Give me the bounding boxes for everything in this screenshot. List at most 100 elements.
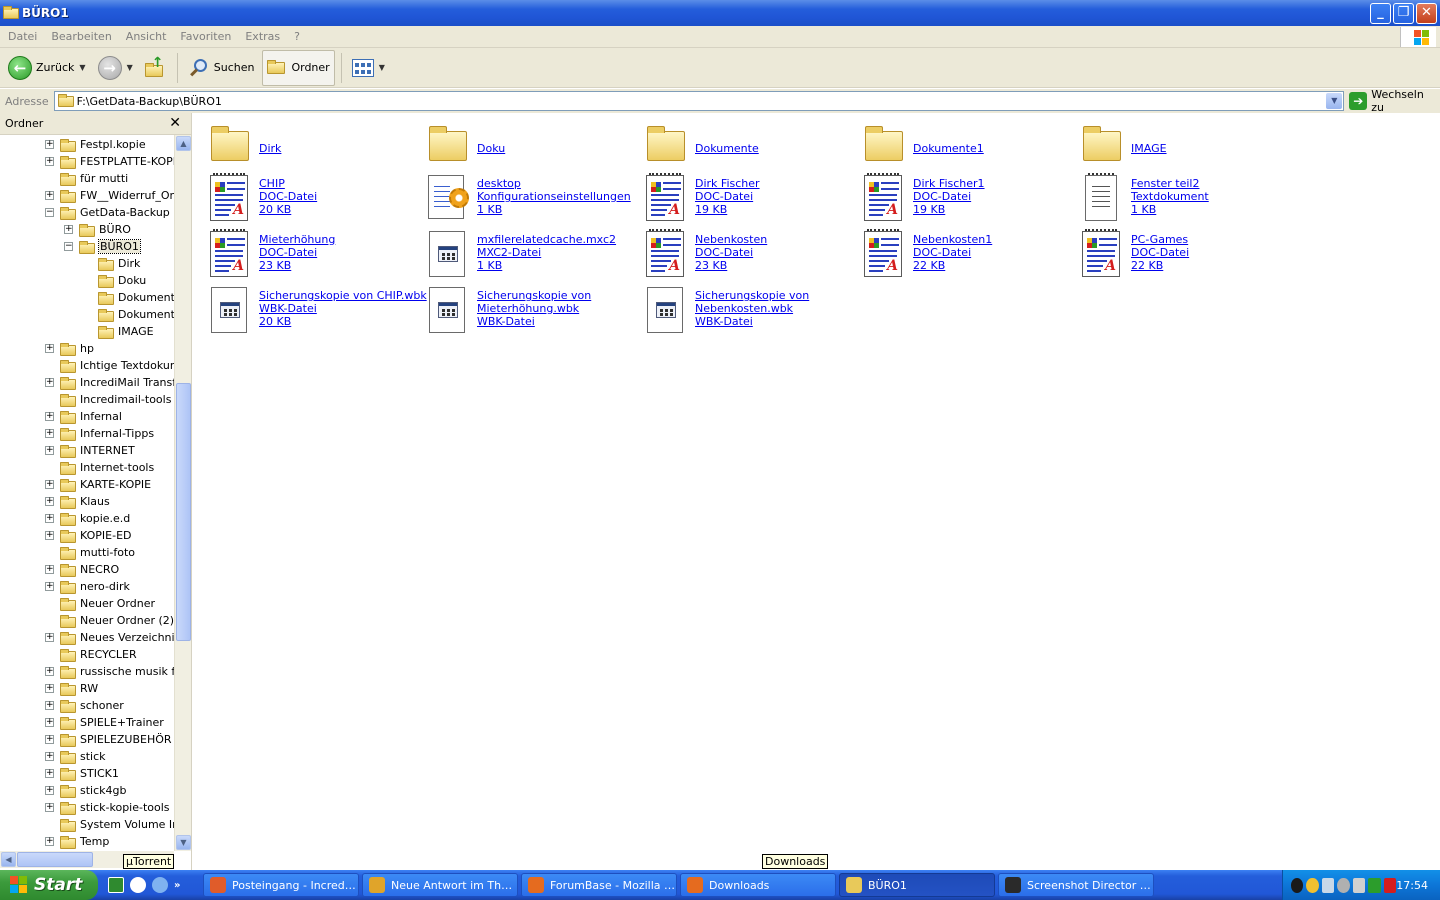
menu-datei[interactable]: Datei (8, 30, 37, 43)
scroll-up-icon[interactable]: ▲ (176, 136, 191, 151)
expand-icon[interactable]: + (64, 225, 73, 234)
expand-icon[interactable]: + (45, 157, 54, 166)
tray-skype-icon[interactable] (1291, 877, 1304, 893)
quicklaunch-app-icon[interactable] (108, 877, 124, 893)
minimize-button[interactable]: _ (1370, 2, 1391, 24)
scroll-thumb[interactable] (17, 852, 93, 867)
taskbar-task[interactable]: Screenshot Director 2.0 (998, 873, 1154, 897)
tree-item[interactable]: + stick-kopie-tools (45, 799, 170, 816)
expand-icon[interactable]: + (45, 769, 54, 778)
menu-favoriten[interactable]: Favoriten (180, 30, 231, 43)
maximize-button[interactable]: ❐ (1393, 2, 1414, 24)
folder-item[interactable]: IMAGE (1073, 121, 1283, 173)
tree-item[interactable]: Internet-tools (60, 459, 154, 476)
expand-icon[interactable]: + (45, 718, 54, 727)
forward-dropdown-icon[interactable]: ▼ (127, 63, 133, 72)
expand-icon[interactable]: + (45, 378, 54, 387)
expand-icon[interactable]: + (45, 701, 54, 710)
tree-item[interactable]: + SPIELE+Trainer (45, 714, 164, 731)
tree-item[interactable]: mutti-foto (60, 544, 135, 561)
tree-item[interactable]: + NECRO (45, 561, 119, 578)
tree-item[interactable]: Neuer Ordner (60, 595, 155, 612)
file-item[interactable]: A Dirk Fischer DOC-Datei 19 KB (637, 173, 847, 225)
tray-network-icon[interactable] (1321, 877, 1335, 893)
expand-icon[interactable]: + (45, 344, 54, 353)
tree-item[interactable]: + KARTE-KOPIE (45, 476, 151, 493)
file-item[interactable]: A CHIP DOC-Datei 20 KB (201, 173, 411, 225)
collapse-icon[interactable]: − (45, 208, 54, 217)
quicklaunch-browser-icon[interactable] (152, 877, 168, 893)
forward-button[interactable]: → ▼ (94, 50, 137, 86)
tree-item[interactable]: + FW__Widerruf_Onl (45, 187, 174, 204)
file-item[interactable]: A Nebenkosten DOC-Datei 23 KB (637, 229, 847, 281)
expand-icon[interactable]: + (45, 684, 54, 693)
tray-utorrent-icon[interactable] (1368, 877, 1381, 893)
tree-item[interactable]: Dirk (98, 255, 140, 272)
expand-icon[interactable]: + (45, 837, 54, 846)
tree-item[interactable]: + INTERNET (45, 442, 135, 459)
tree-item[interactable]: RECYCLER (60, 646, 137, 663)
expand-icon[interactable]: + (45, 514, 54, 523)
views-button[interactable]: ▼ (348, 50, 389, 86)
tree-item[interactable]: + stick4gb (45, 782, 126, 799)
taskbar-task[interactable]: Posteingang - Incredi... (203, 873, 359, 897)
menu-extras[interactable]: Extras (245, 30, 280, 43)
address-dropdown-button[interactable]: ▼ (1326, 93, 1343, 109)
taskbar-task[interactable]: Neue Antwort im The... (362, 873, 518, 897)
expand-icon[interactable]: + (45, 735, 54, 744)
folders-button[interactable]: Ordner (262, 49, 335, 86)
tree-item[interactable]: + hp (45, 340, 94, 357)
tree-item[interactable]: + Infernal-Tipps (45, 425, 154, 442)
tree-item[interactable]: + RW (45, 680, 98, 697)
tree-item[interactable]: + STICK1 (45, 765, 119, 782)
go-button[interactable]: ➔ Wechseln zu (1349, 88, 1440, 114)
folder-pane-close-icon[interactable]: ✕ (169, 115, 181, 131)
address-input[interactable]: F:\GetData-Backup\BÜRO1 ▼ (53, 91, 1345, 111)
tree-item[interactable]: + BÜRO (64, 221, 131, 238)
back-button[interactable]: ← Zurück ▼ (4, 50, 90, 86)
tree-item[interactable]: Dokumente (98, 306, 174, 323)
tree-item[interactable]: Incredimail-tools (60, 391, 171, 408)
file-item[interactable]: mxfilerelatedcache.mxc2 MXC2-Datei 1 KB (419, 229, 629, 281)
collapse-icon[interactable]: − (64, 242, 73, 251)
tree-item[interactable]: + nero-dirk (45, 578, 130, 595)
taskbar-task[interactable]: ForumBase - Mozilla F... (521, 873, 677, 897)
taskbar-task[interactable]: Downloads (680, 873, 836, 897)
tree-item[interactable]: System Volume Info (60, 816, 174, 833)
file-item[interactable]: A Nebenkosten1 DOC-Datei 22 KB (855, 229, 1065, 281)
expand-icon[interactable]: + (45, 497, 54, 506)
tree-item[interactable]: + Temp (45, 833, 109, 850)
tree-item[interactable]: + russische musik für (45, 663, 174, 680)
folder-item[interactable]: Dokumente (637, 121, 847, 173)
tray-messenger-icon[interactable] (1306, 877, 1319, 893)
tree-item[interactable]: Doku (98, 272, 146, 289)
expand-icon[interactable]: + (45, 429, 54, 438)
file-item[interactable]: Fenster teil2 Textdokument 1 KB (1073, 173, 1283, 225)
tree-item[interactable]: Dokumente (98, 289, 174, 306)
menu-ansicht[interactable]: Ansicht (126, 30, 167, 43)
quicklaunch-chevron-icon[interactable]: » (174, 880, 180, 891)
expand-icon[interactable]: + (45, 446, 54, 455)
tree-item[interactable]: + Neues Verzeichnis (45, 629, 174, 646)
quicklaunch-plus-icon[interactable] (130, 877, 146, 893)
clock[interactable]: 17:54 (1396, 879, 1428, 892)
expand-icon[interactable]: + (45, 565, 54, 574)
folder-item[interactable]: Dirk (201, 121, 411, 173)
scroll-thumb[interactable] (176, 383, 191, 641)
close-button[interactable]: ✕ (1416, 2, 1437, 24)
folder-item[interactable]: Dokumente1 (855, 121, 1065, 173)
tree-item[interactable]: + SPIELEZUBEHÖR (45, 731, 172, 748)
expand-icon[interactable]: + (45, 786, 54, 795)
tree-item[interactable]: + KOPIE-ED (45, 527, 132, 544)
expand-icon[interactable]: + (45, 412, 54, 421)
tree-item[interactable]: + kopie.e.d (45, 510, 130, 527)
tree-item[interactable]: + Festpl.kopie (45, 136, 146, 153)
menu-help[interactable]: ? (294, 30, 300, 43)
tree-item[interactable]: + stick (45, 748, 106, 765)
file-item[interactable]: Sicherungskopie von CHIP.wbk WBK-Datei 20 … (201, 285, 427, 337)
file-item[interactable]: desktop Konfigurationseinstellungen 1 KB (419, 173, 631, 225)
tree-item[interactable]: Ichtige Textdokume (60, 357, 174, 374)
views-dropdown-icon[interactable]: ▼ (379, 63, 385, 72)
expand-icon[interactable]: + (45, 633, 54, 642)
tree-item[interactable]: + schoner (45, 697, 124, 714)
